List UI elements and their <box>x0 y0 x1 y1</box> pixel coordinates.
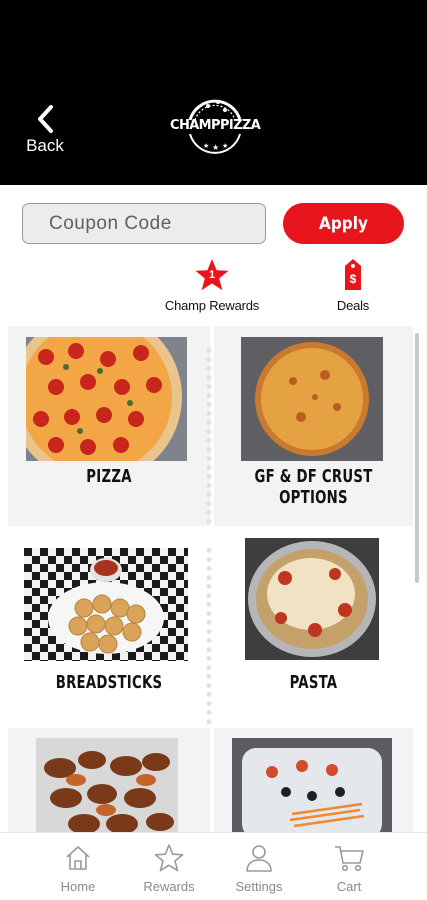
app-header: Back ★ ★ ★ CHAMPPIZZA <box>0 0 427 185</box>
champpizza-logo: ★ ★ ★ CHAMPPIZZA <box>170 90 261 156</box>
pasta-tray-image <box>245 538 379 660</box>
category-pasta[interactable]: PASTA <box>214 532 413 728</box>
svg-text:★: ★ <box>222 142 228 150</box>
nav-settings-label: Settings <box>235 879 283 894</box>
svg-text:★: ★ <box>212 143 219 152</box>
nav-cart[interactable]: Cart <box>304 843 394 899</box>
deals-label: Deals <box>336 298 370 313</box>
svg-text:★: ★ <box>203 142 209 150</box>
category-gf-df-crust[interactable]: GF & DF CRUST OPTIONS <box>214 326 413 526</box>
nav-rewards-label: Rewards <box>143 879 195 894</box>
back-label: Back <box>26 136 64 155</box>
nav-cart-label: Cart <box>336 879 362 894</box>
champ-rewards-link[interactable]: 1 Champ Rewards <box>160 258 264 320</box>
user-icon <box>246 845 272 872</box>
nav-home-label: Home <box>60 879 96 894</box>
grid-divider <box>206 346 212 526</box>
nav-settings[interactable]: Settings <box>214 843 304 899</box>
apply-button[interactable]: Apply <box>283 203 404 244</box>
chicken-wings-image <box>36 738 178 832</box>
logo-text: CHAMPPIZZA <box>170 118 261 133</box>
coupon-code-input[interactable] <box>22 203 266 244</box>
scrollbar[interactable] <box>415 333 419 583</box>
pepperoni-pizza-image <box>26 337 187 461</box>
cart-icon <box>335 846 364 872</box>
salad-tray-image <box>232 738 392 832</box>
category-pizza[interactable]: PIZZA <box>8 326 210 526</box>
category-label: GF & DF CRUST OPTIONS <box>254 466 373 508</box>
category-label: PIZZA <box>86 466 132 487</box>
champ-rewards-label: Champ Rewards <box>164 298 260 313</box>
grid-divider <box>206 546 212 726</box>
cheese-pizza-image <box>241 337 383 461</box>
category-label: BREADSTICKS <box>55 672 163 693</box>
category-wings[interactable] <box>8 728 210 832</box>
category-salads[interactable] <box>214 728 413 832</box>
deals-dollar-badge: $ <box>349 272 357 286</box>
home-icon <box>66 846 90 870</box>
category-label: PASTA <box>289 672 338 693</box>
category-grid: PIZZA GF & DF CRUST OPTIONS BREADSTICKS … <box>0 326 427 832</box>
chevron-left-icon <box>38 105 53 133</box>
breadsticks-image <box>24 548 188 661</box>
nav-rewards[interactable]: Rewards <box>124 843 214 899</box>
bottom-nav: Home Rewards Settings Cart <box>0 832 427 900</box>
rewards-count-badge: 1 <box>208 269 216 281</box>
star-outline-icon <box>154 844 184 872</box>
deals-link[interactable]: $ Deals <box>326 258 380 320</box>
nav-home[interactable]: Home <box>33 843 123 899</box>
category-breadsticks[interactable]: BREADSTICKS <box>8 532 210 728</box>
back-button[interactable]: Back <box>22 104 68 156</box>
